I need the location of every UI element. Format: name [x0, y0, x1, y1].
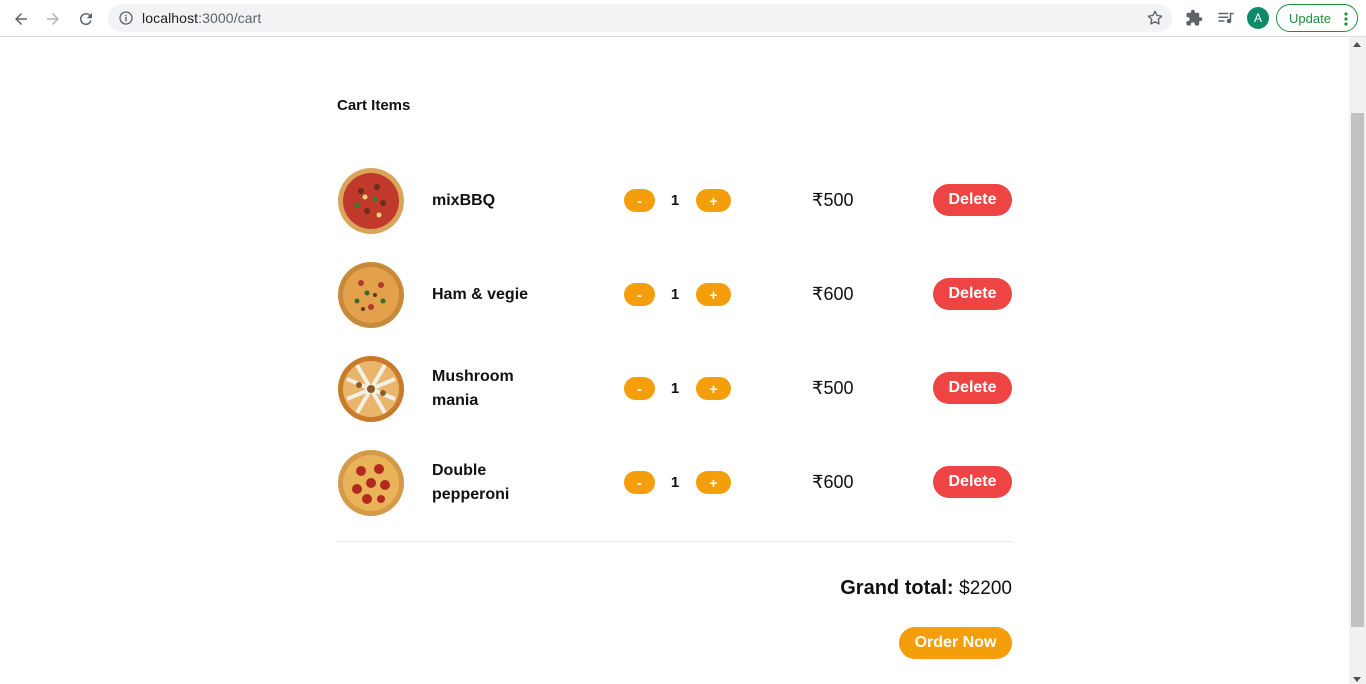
grand-total: Grand total: $2200 — [840, 577, 1012, 600]
page-scrollbar[interactable] — [1349, 37, 1366, 684]
reload-button[interactable] — [73, 6, 99, 32]
extensions-puzzle-icon[interactable] — [1185, 9, 1203, 27]
grand-total-value: $2200 — [959, 578, 1012, 599]
bookmark-star-icon[interactable] — [1146, 9, 1164, 27]
scrollbar-thumb[interactable] — [1351, 113, 1364, 627]
cart-row: Double pepperoni - 1 + ₹600 Delete — [337, 449, 1012, 543]
update-button[interactable]: Update — [1276, 4, 1358, 32]
kebab-menu-icon — [1344, 12, 1348, 26]
delete-button[interactable]: Delete — [933, 184, 1012, 216]
quantity-value: 1 — [670, 192, 680, 209]
url-host: localhost — [142, 10, 199, 26]
divider — [337, 541, 1012, 542]
delete-button[interactable]: Delete — [933, 372, 1012, 404]
url-text: localhost:3000/cart — [142, 10, 261, 26]
back-button[interactable] — [8, 6, 34, 32]
update-label: Update — [1289, 10, 1331, 26]
decrement-button[interactable]: - — [624, 189, 655, 212]
pizza-pepperoni-image — [338, 450, 404, 516]
increment-button[interactable]: + — [696, 377, 731, 400]
forward-button[interactable] — [40, 6, 66, 32]
quantity-value: 1 — [670, 286, 680, 303]
pizza-bbq-image — [338, 168, 404, 234]
quantity-value: 1 — [670, 380, 680, 397]
cart-title: Cart Items — [337, 97, 411, 114]
increment-button[interactable]: + — [696, 283, 731, 306]
grand-total-label: Grand total: — [840, 577, 954, 599]
item-price: ₹600 — [812, 284, 854, 304]
cart-row: mixBBQ - 1 + ₹500 Delete — [337, 167, 1012, 261]
scroll-up-arrow-icon[interactable] — [1353, 42, 1361, 47]
decrement-button[interactable]: - — [624, 471, 655, 494]
item-name: Ham & vegie — [432, 286, 529, 303]
item-price: ₹500 — [812, 378, 854, 398]
item-name: mixBBQ — [432, 192, 496, 209]
reload-icon — [79, 13, 92, 26]
delete-button[interactable]: Delete — [933, 466, 1012, 498]
item-price: ₹500 — [812, 190, 854, 210]
item-name: Double pepperoni — [432, 462, 510, 503]
order-now-button[interactable]: Order Now — [899, 627, 1012, 659]
cart-row: Ham & vegie - 1 + ₹600 Delete — [337, 261, 1012, 355]
arrow-left-icon — [15, 13, 27, 25]
browser-toolbar: localhost:3000/cart A Update — [0, 0, 1366, 37]
increment-button[interactable]: + — [696, 471, 731, 494]
profile-avatar[interactable]: A — [1247, 7, 1269, 29]
info-icon[interactable] — [118, 10, 134, 26]
increment-button[interactable]: + — [696, 189, 731, 212]
scroll-down-arrow-icon[interactable] — [1353, 677, 1361, 682]
decrement-button[interactable]: - — [624, 377, 655, 400]
delete-button[interactable]: Delete — [933, 278, 1012, 310]
arrow-right-icon — [47, 13, 59, 25]
quantity-value: 1 — [670, 474, 680, 491]
url-path: :3000/cart — [198, 10, 262, 26]
pizza-ham-vegie-image — [338, 262, 404, 328]
cart-row: Mushroom mania - 1 + ₹500 Delete — [337, 355, 1012, 449]
media-queue-icon[interactable] — [1217, 9, 1235, 27]
address-bar[interactable]: localhost:3000/cart — [108, 4, 1172, 32]
pizza-mushroom-image — [338, 356, 404, 422]
decrement-button[interactable]: - — [624, 283, 655, 306]
item-name: Mushroom mania — [432, 368, 514, 409]
item-price: ₹600 — [812, 472, 854, 492]
